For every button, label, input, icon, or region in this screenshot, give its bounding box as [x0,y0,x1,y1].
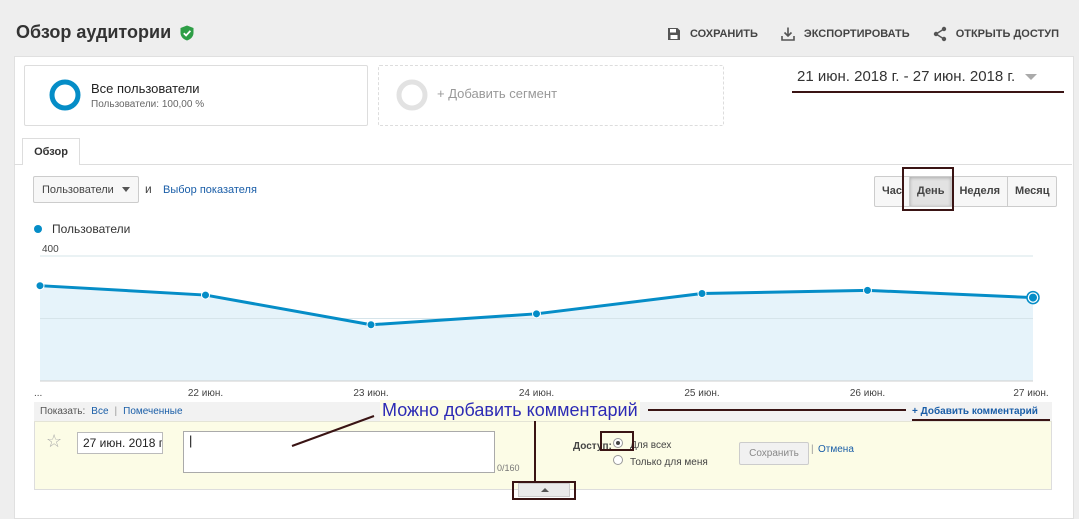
share-icon [933,26,946,42]
x-tick-label: 22 июн. [188,388,223,399]
users-line-chart: 400200...22 июн.23 июн.24 июн.25 июн.26 … [34,244,1049,399]
select-metric-link[interactable]: Выбор показателя [163,184,257,196]
annotation-filter-starred[interactable]: Помеченные [123,406,182,417]
data-point [366,320,376,330]
metric-select[interactable]: Пользователи [33,176,139,203]
access-public-label: Для всех [630,440,672,451]
date-range-underline-mark [792,91,1064,93]
annotation-filter: Показать: Все | Помеченные [40,406,183,417]
annotation-filter-all[interactable]: Все [91,406,108,417]
page-title-row: Обзор аудитории [16,22,195,43]
share-label: ОТКРЫТЬ ДОСТУП [955,28,1059,40]
y-tick-label: 400 [42,244,59,255]
save-report-label: СОХРАНИТЬ [689,28,758,40]
x-tick-label: 26 июн. [850,388,885,399]
dropdown-arrow-icon [122,187,130,192]
granularity-week-button[interactable]: Неделя [952,177,1009,206]
x-tick-label: 27 июн. [1013,388,1048,399]
data-point [35,281,45,291]
segment-share: Пользователи: 100,00 % [91,99,205,110]
granularity-month-button[interactable]: Месяц [1008,177,1056,206]
data-point [697,289,707,298]
cancel-separator: | [811,444,814,455]
annotation-comment-textarea[interactable] [183,431,495,473]
date-range-text: 21 июн. 2018 г. - 27 июн. 2018 г. [797,68,1016,85]
date-range-picker[interactable]: 21 июн. 2018 г. - 27 июн. 2018 г. [797,68,1038,85]
annotation-cancel-link[interactable]: Отмена [818,444,854,455]
radio-highlight-mark [600,431,634,451]
add-segment-label: + Добавить сегмент [437,86,558,101]
legend-series-label: Пользователи [52,222,131,236]
share-button[interactable]: ОТКРЫТЬ ДОСТУП [932,26,1059,42]
data-point [1029,293,1037,302]
segment-ring-icon [49,79,81,111]
verified-check-icon [180,25,194,40]
x-tick-label: 24 июн. [519,388,554,399]
empty-segment-ring-icon [396,79,428,111]
chart-legend: Пользователи [34,222,130,236]
add-segment-card[interactable]: + Добавить сегмент [378,65,724,126]
page-title: Обзор аудитории [16,22,172,42]
annotation-char-counter: 0/160 [497,463,520,473]
data-point [532,309,541,319]
metric-and-label: и [145,182,152,196]
data-point [201,290,210,300]
x-tick-label: 25 июн. [684,388,719,399]
annotation-save-button[interactable]: Сохранить [739,442,809,465]
annotation-date-input[interactable]: 27 июн. 2018 г. [77,432,163,454]
star-icon[interactable]: ☆ [46,431,62,452]
floppy-disk-icon [667,28,680,40]
x-tick-label: 23 июн. [353,388,388,399]
export-label: ЭКСПОРТИРОВАТЬ [803,28,910,40]
legend-series-dot [34,225,42,233]
chevron-down-icon [1025,73,1038,80]
segment-name: Все пользователи [91,81,200,96]
segment-card-all-users[interactable]: Все пользователи Пользователи: 100,00 % [24,65,368,126]
annotation-filter-separator: | [114,406,118,417]
x-tick-label: ... [34,388,42,399]
day-highlight-mark [902,167,954,211]
annotation-filter-label: Показать: [40,406,86,417]
collapse-highlight-mark [512,481,576,500]
tab-divider [14,164,1072,165]
export-button[interactable]: ЭКСПОРТИРОВАТЬ [780,26,910,42]
add-comment-link[interactable]: + Добавить комментарий [912,406,1038,417]
download-icon [781,27,795,41]
text-cursor-icon: | [189,433,193,448]
annotation-callout-caption: Можно добавить комментарий [380,400,640,421]
access-private-radio[interactable] [613,455,623,465]
metric-select-value: Пользователи [42,183,114,196]
tab-overview[interactable]: Обзор [22,138,80,165]
access-private-label: Только для меня [630,457,708,468]
header-actions: СОХРАНИТЬ ЭКСПОРТИРОВАТЬ ОТКРЫТЬ ДОСТУП [666,26,1059,42]
save-report-button[interactable]: СОХРАНИТЬ [666,26,758,42]
data-point [863,285,872,295]
